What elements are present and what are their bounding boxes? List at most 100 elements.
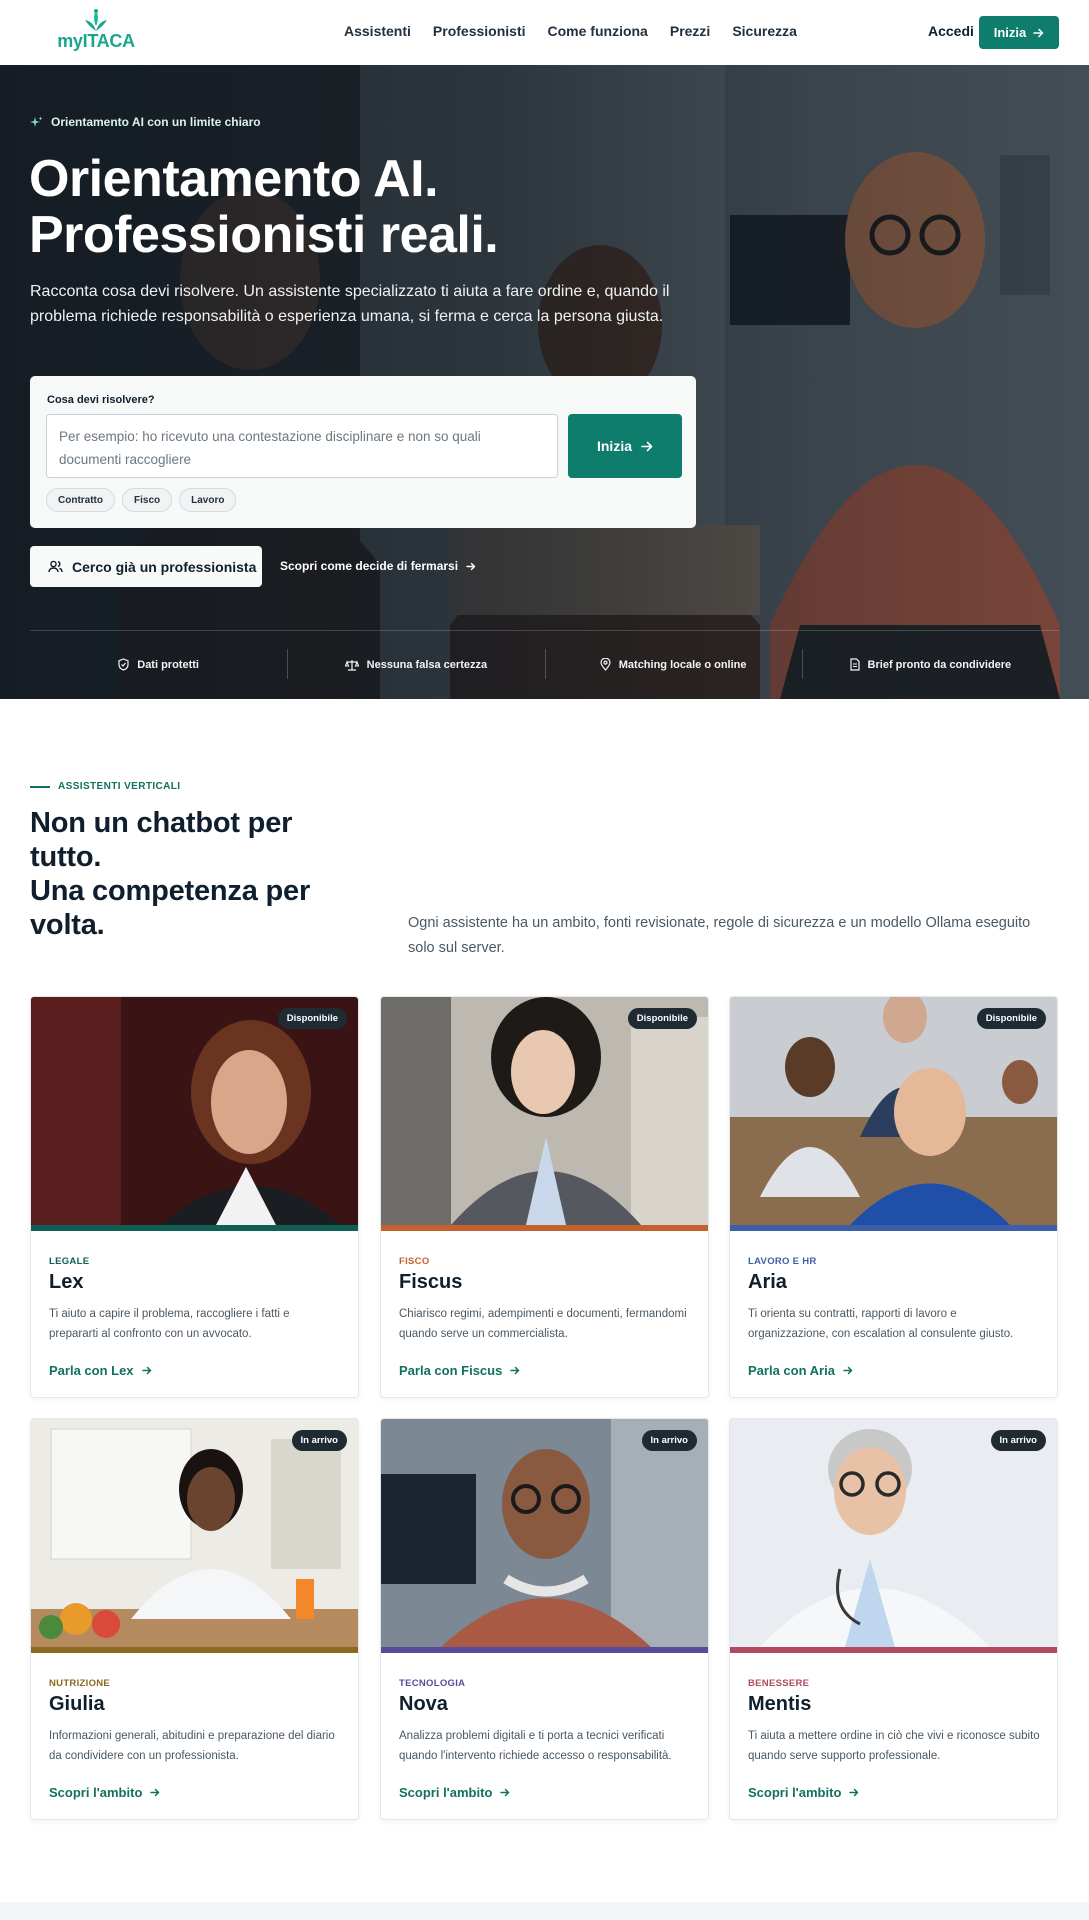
- section-title-line-3: Una competenza per: [30, 875, 311, 907]
- card-link-label: Scopri l'ambito: [49, 1785, 143, 1800]
- card-link-nova[interactable]: Scopri l'ambito: [399, 1785, 510, 1800]
- card-link-aria[interactable]: Parla con Aria: [748, 1363, 853, 1378]
- arrow-right-icon: [150, 1788, 160, 1797]
- card-link-giulia[interactable]: Scopri l'ambito: [49, 1785, 160, 1800]
- assistant-photo: [31, 1419, 358, 1647]
- card-category: BENESSERE: [748, 1678, 810, 1689]
- card-name: Aria: [748, 1271, 787, 1293]
- card-link-label: Parla con Aria: [748, 1363, 835, 1378]
- eyebrow-bar: [30, 785, 50, 788]
- trust-bar: Dati protetti Nessuna falsa certezza Mat…: [30, 630, 1059, 699]
- card-link-mentis[interactable]: Scopri l'ambito: [748, 1785, 859, 1800]
- login-link[interactable]: Accedi: [928, 23, 974, 39]
- card-accent-bar: [31, 1647, 358, 1653]
- card-link-lex[interactable]: Parla con Lex: [49, 1363, 152, 1378]
- card-accent-bar: [381, 1225, 708, 1231]
- hero-title-line-2: Professionisti reali.: [29, 206, 499, 264]
- arrow-right-icon: [510, 1366, 520, 1375]
- trust-item-brief: Brief pronto da condividere: [801, 630, 1059, 699]
- trust-item-matching-label: Matching locale o online: [618, 658, 747, 671]
- card-link-label: Parla con Lex: [49, 1363, 134, 1378]
- top-nav: myITACA Assistenti Professionisti Come f…: [0, 0, 1089, 65]
- assistant-photo: [730, 997, 1057, 1225]
- card-link-fiscus[interactable]: Parla con Fiscus: [399, 1363, 520, 1378]
- arrow-right-icon: [849, 1788, 859, 1797]
- card-description: Informazioni generali, abitudini e prepa…: [49, 1730, 335, 1762]
- arrow-right-icon: [641, 441, 653, 451]
- map-pin-icon: [600, 658, 611, 671]
- card-description: Ti orienta su contratti, rapporti di lav…: [748, 1308, 1014, 1340]
- section-title-line-2: tutto.: [30, 841, 102, 873]
- status-badge: Disponibile: [976, 1008, 1046, 1029]
- nav-link-prezzi[interactable]: Prezzi: [670, 23, 710, 39]
- assistant-card-fiscus[interactable]: Disponibile FISCO Fiscus Chiarisco regim…: [380, 996, 709, 1398]
- assistant-photo: [381, 1419, 708, 1647]
- scale-icon: [344, 659, 359, 671]
- card-category: NUTRIZIONE: [49, 1678, 111, 1689]
- logo-text: myITACA: [57, 31, 135, 51]
- trust-item-matching: Matching locale o online: [544, 630, 802, 699]
- nav-start-button[interactable]: Inizia: [979, 16, 1059, 49]
- main-nav: Assistenti Professionisti Come funziona …: [344, 23, 797, 39]
- assistant-card-aria[interactable]: Disponibile LAVORO E HR Aria Ti orienta …: [729, 996, 1058, 1398]
- nav-link-come-funziona[interactable]: Come funziona: [548, 23, 648, 39]
- ask-card: Cosa devi risolvere? Per esempio: ho ric…: [30, 376, 696, 528]
- nav-link-sicurezza[interactable]: Sicurezza: [732, 23, 797, 39]
- card-category: LAVORO E HR: [748, 1256, 817, 1267]
- shield-check-icon: [118, 658, 129, 671]
- card-category: LEGALE: [49, 1256, 90, 1267]
- status-badge: Disponibile: [627, 1008, 697, 1029]
- assistant-card-nova[interactable]: In arrivo TECNOLOGIA Nova Analizza probl…: [380, 1418, 709, 1820]
- ask-start-label: Inizia: [596, 438, 632, 454]
- card-name: Lex: [49, 1271, 84, 1293]
- card-accent-bar: [31, 1225, 358, 1231]
- nav-link-professionisti[interactable]: Professionisti: [433, 23, 526, 39]
- find-professional-label: Cerco già un professionista: [72, 558, 257, 575]
- chip-contratto[interactable]: Contratto: [46, 488, 115, 512]
- arrow-right-icon: [1033, 28, 1044, 37]
- logo[interactable]: myITACA: [56, 8, 136, 56]
- section-eyebrow-text: ASSISTENTI VERTICALI: [58, 781, 181, 792]
- section-title: Non un chatbot per tutto. Una competenza…: [30, 806, 390, 942]
- status-badge: In arrivo: [641, 1430, 697, 1451]
- hero-title-line-1: Orientamento AI.: [29, 150, 439, 208]
- ask-label: Cosa devi risolvere?: [47, 394, 155, 406]
- problem-input[interactable]: Per esempio: ho ricevuto una contestazio…: [46, 414, 558, 478]
- assistant-photo: [381, 997, 708, 1225]
- card-description: Ti aiuto a capire il problema, raccoglie…: [49, 1308, 290, 1340]
- hero-subtitle: Racconta cosa devi risolvere. Un assiste…: [30, 283, 670, 325]
- card-accent-bar: [730, 1225, 1057, 1231]
- trust-item-data-label: Dati protetti: [137, 658, 199, 671]
- card-category: FISCO: [399, 1256, 430, 1267]
- ask-start-button[interactable]: Inizia: [568, 414, 682, 478]
- assistant-card-mentis[interactable]: In arrivo BENESSERE Mentis Ti aiuta a me…: [729, 1418, 1058, 1820]
- users-icon: [48, 560, 63, 573]
- sparkle-icon: [30, 116, 43, 127]
- card-description: Ti aiuta a mettere ordine in ciò che viv…: [748, 1730, 1040, 1762]
- logo-leaf-icon: [85, 9, 107, 31]
- card-name: Fiscus: [399, 1271, 463, 1293]
- section-title-line-1: Non un chatbot per: [30, 807, 293, 839]
- card-category: TECNOLOGIA: [399, 1678, 466, 1689]
- next-section-edge: [0, 1902, 1089, 1920]
- assistant-card-lex[interactable]: Disponibile LEGALE Lex Ti aiuto a capire…: [30, 996, 359, 1398]
- card-link-label: Parla con Fiscus: [399, 1363, 503, 1378]
- how-it-decides-link[interactable]: Scopri come decide di fermarsi: [280, 559, 476, 573]
- arrow-right-icon: [843, 1366, 853, 1375]
- assistant-card-giulia[interactable]: In arrivo NUTRIZIONE Giulia Informazioni…: [30, 1418, 359, 1820]
- card-link-label: Scopri l'ambito: [748, 1785, 842, 1800]
- status-badge: In arrivo: [990, 1430, 1046, 1451]
- card-name: Nova: [399, 1693, 448, 1715]
- how-it-decides-label: Scopri come decide di fermarsi: [280, 559, 459, 573]
- chip-fisco[interactable]: Fisco: [122, 488, 173, 512]
- nav-link-assistenti[interactable]: Assistenti: [344, 23, 411, 39]
- chip-lavoro[interactable]: Lavoro: [179, 488, 237, 512]
- trust-item-certainty-label: Nessuna falsa certezza: [366, 658, 488, 671]
- card-description: Analizza problemi digitali e ti porta a …: [399, 1730, 672, 1762]
- trust-item-data: Dati protetti: [30, 630, 287, 699]
- assistant-photo: [730, 1419, 1057, 1647]
- hero-eyebrow: Orientamento AI con un limite chiaro: [30, 115, 261, 129]
- trust-item-brief-label: Brief pronto da condividere: [867, 658, 1012, 671]
- find-professional-button[interactable]: Cerco già un professionista: [30, 546, 262, 587]
- hero-title: Orientamento AI. Professionisti reali.: [29, 150, 499, 264]
